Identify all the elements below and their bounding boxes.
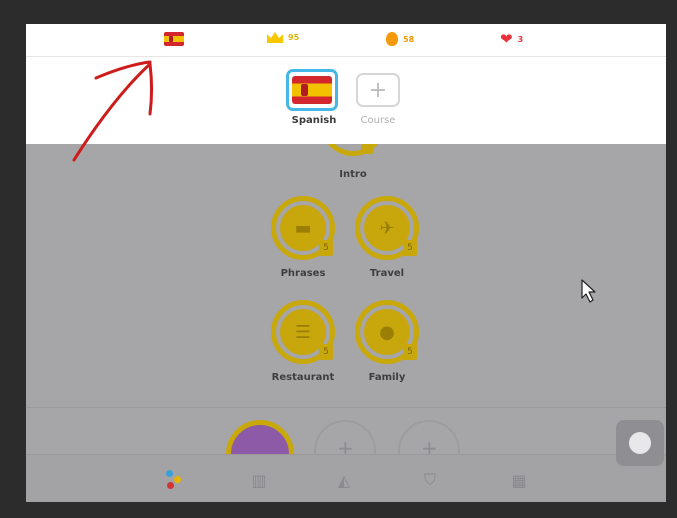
language-flag-button[interactable] bbox=[164, 32, 184, 46]
fire-icon bbox=[386, 32, 398, 46]
stats-bar: 95 58 ❤ 3 bbox=[26, 24, 666, 57]
assistive-touch-icon bbox=[629, 432, 651, 454]
crown-level-badge: 5 bbox=[403, 240, 417, 256]
section-divider bbox=[26, 407, 666, 408]
streak-counter[interactable]: 58 bbox=[386, 32, 414, 46]
skill-phrases-label: Phrases bbox=[280, 268, 326, 279]
dot bbox=[166, 470, 173, 477]
dot bbox=[174, 476, 181, 483]
course-spanish-button[interactable] bbox=[286, 69, 338, 111]
crown-level-badge: 5 bbox=[403, 344, 417, 360]
nav-book-icon[interactable]: ▥ bbox=[248, 469, 270, 491]
streak-count: 58 bbox=[403, 34, 415, 44]
nav-profile-icon[interactable]: ◭ bbox=[333, 469, 355, 491]
add-course-button[interactable]: + bbox=[356, 73, 400, 107]
skill-phrases[interactable]: ▬ 5 Phrases bbox=[267, 196, 339, 279]
spain-flag-icon bbox=[164, 32, 184, 46]
add-course-label: Course bbox=[360, 115, 396, 126]
monitor-frame: Intro ▬ 5 Phrases ✈ 5 Travel ☰ 5 Restaur… bbox=[0, 0, 677, 518]
dot bbox=[167, 482, 174, 489]
skill-restaurant-label: Restaurant bbox=[271, 372, 335, 383]
skill-travel-label: Travel bbox=[369, 268, 405, 279]
nav-shield-icon[interactable]: ⛉ bbox=[419, 469, 441, 491]
skill-family-label: Family bbox=[368, 372, 406, 383]
skill-family[interactable]: ● 5 Family bbox=[351, 300, 423, 383]
crown-icon bbox=[267, 32, 283, 43]
skill-travel[interactable]: ✈ 5 Travel bbox=[351, 196, 423, 279]
heart-icon: ❤ bbox=[500, 30, 513, 48]
hearts-counter[interactable]: ❤ 3 bbox=[500, 30, 524, 48]
bottom-nav: ▥ ◭ ⛉ ▦ bbox=[26, 454, 666, 502]
crowns-count: 95 bbox=[288, 33, 300, 42]
skill-restaurant[interactable]: ☰ 5 Restaurant bbox=[267, 300, 339, 383]
spain-flag-icon bbox=[292, 76, 332, 104]
assistive-touch-button[interactable] bbox=[616, 420, 664, 466]
app-screen: Intro ▬ 5 Phrases ✈ 5 Travel ☰ 5 Restaur… bbox=[26, 24, 666, 502]
course-spanish-label: Spanish bbox=[291, 115, 337, 126]
hearts-count: 3 bbox=[517, 34, 524, 44]
course-selector: Spanish + Course bbox=[26, 57, 666, 144]
nav-shop-icon[interactable]: ▦ bbox=[508, 469, 530, 491]
skill-intro-label: Intro bbox=[339, 169, 367, 180]
nav-learn-icon[interactable] bbox=[164, 468, 186, 490]
crowns-counter[interactable]: 95 bbox=[267, 32, 299, 43]
crown-level-badge: 5 bbox=[319, 344, 333, 360]
crown-level-badge: 5 bbox=[319, 240, 333, 256]
